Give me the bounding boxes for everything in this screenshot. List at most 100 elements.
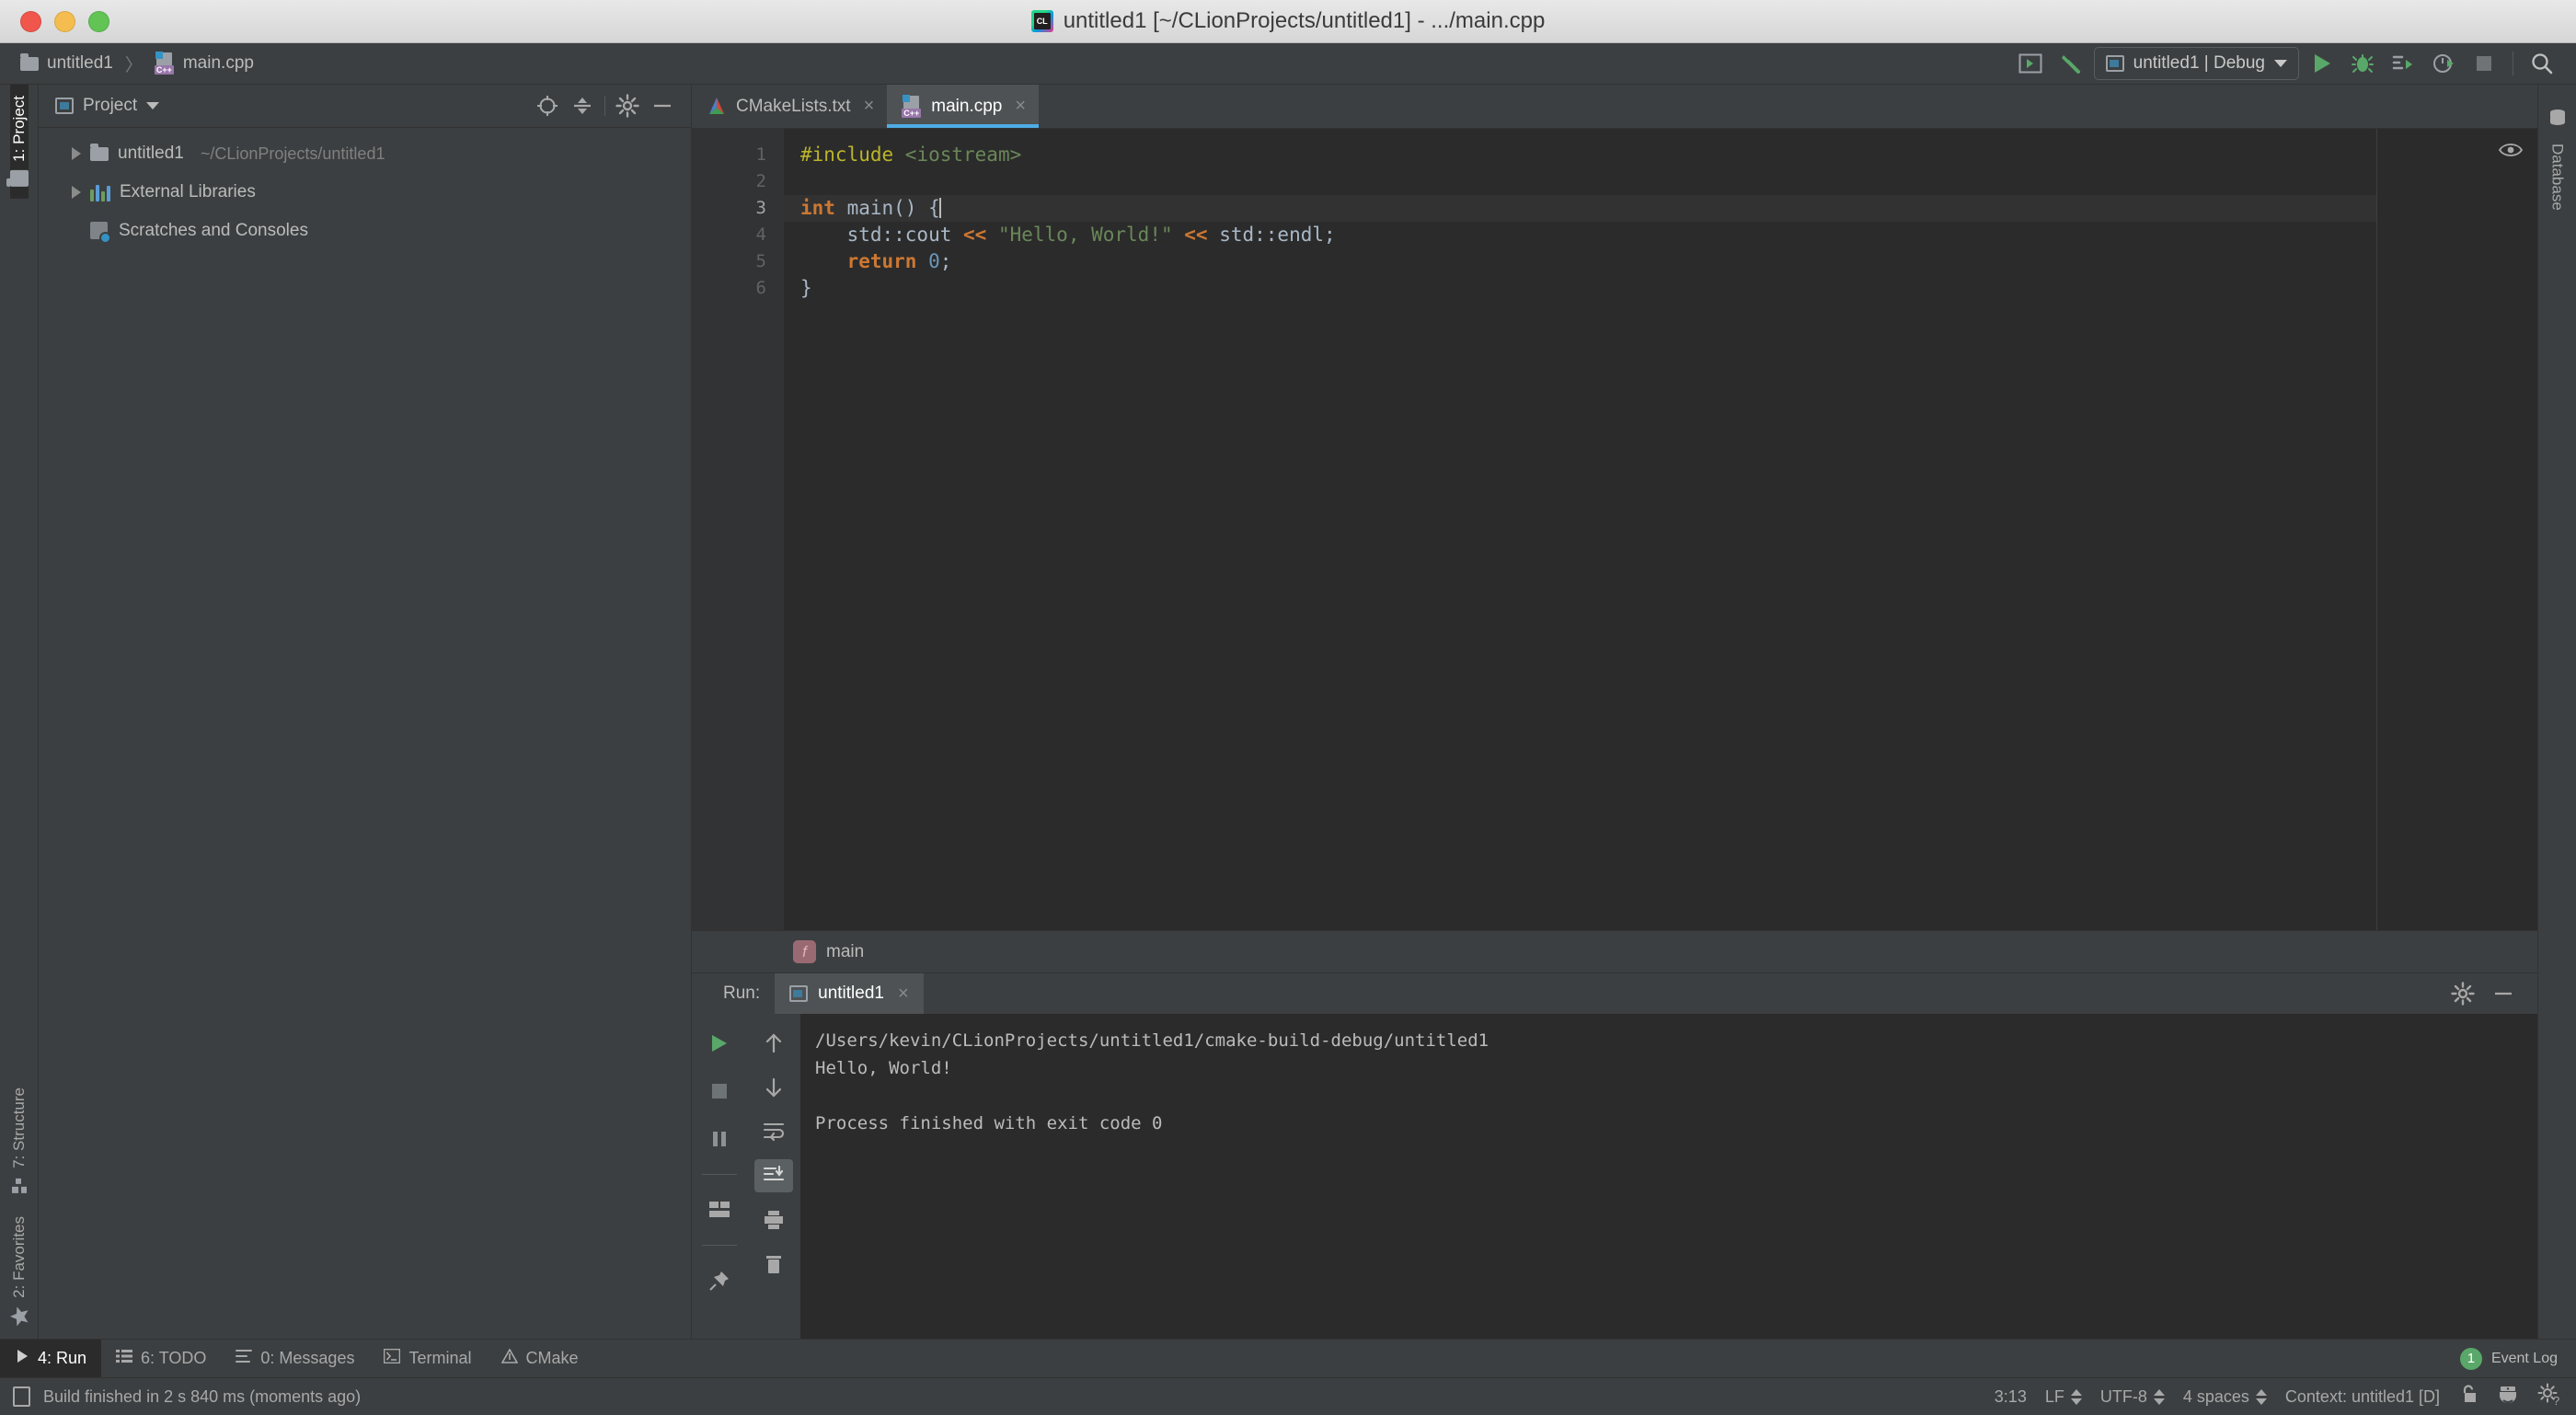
- bottom-tab-label-terminal: Terminal: [408, 1349, 472, 1367]
- inspector-icon[interactable]: [2497, 1384, 2519, 1410]
- tree-node-scratches[interactable]: Scratches and Consoles: [39, 212, 691, 250]
- line-separator-selector[interactable]: LF: [2045, 1387, 2082, 1407]
- line-number: 1: [755, 144, 766, 165]
- search-everywhere-icon[interactable]: [2524, 48, 2559, 79]
- play-icon: [15, 1349, 29, 1368]
- breadcrumb-item-file[interactable]: C++ main.cpp: [151, 51, 258, 76]
- bottom-tool-window-bar: 4: Run 6: TODO 0: Messages Terminal CMak…: [0, 1339, 2576, 1377]
- event-log-button[interactable]: 1 Event Log: [2442, 1340, 2576, 1377]
- line-number: 4: [755, 224, 766, 245]
- bottom-tab-cmake[interactable]: CMake: [487, 1340, 593, 1377]
- code-token: "Hello, World!": [997, 224, 1173, 246]
- tree-node-external-libraries[interactable]: External Libraries: [39, 173, 691, 212]
- tab-main-cpp[interactable]: C++ main.cpp ×: [887, 85, 1040, 128]
- function-breadcrumb[interactable]: f main: [692, 930, 2537, 972]
- print-icon[interactable]: [754, 1203, 793, 1237]
- tree-label-external-libraries: External Libraries: [120, 182, 256, 201]
- close-icon[interactable]: ×: [1015, 96, 1026, 117]
- expand-arrow-icon[interactable]: [72, 147, 81, 160]
- tab-cmakelists[interactable]: CMakeLists.txt ×: [692, 85, 887, 128]
- code-editor[interactable]: 1 2 3 4 5 6 #include <iostream> int main() { …: [692, 129, 2537, 930]
- sidebar-label-favorites: 2: Favorites: [9, 1216, 28, 1298]
- down-arrow-icon[interactable]: [754, 1071, 793, 1104]
- book-icon[interactable]: [13, 1386, 30, 1407]
- minimize-window-button[interactable]: [54, 10, 75, 32]
- tree-node-project[interactable]: untitled1 ~/CLionProjects/untitled1: [39, 134, 691, 173]
- close-window-button[interactable]: [20, 10, 41, 32]
- run-configuration-selector[interactable]: untitled1 | Debug: [2093, 47, 2299, 80]
- pin-icon[interactable]: [700, 1264, 739, 1297]
- event-log-label: Event Log: [2490, 1350, 2558, 1366]
- stop-icon[interactable]: [700, 1075, 739, 1108]
- chevron-down-icon[interactable]: [146, 102, 160, 109]
- layout-icon[interactable]: [700, 1193, 739, 1226]
- run-tool-window: Run: untitled1 × /Users/kevin/CLionProje…: [692, 972, 2537, 1339]
- cpp-file-icon: C++: [902, 94, 922, 118]
- sidebar-item-project[interactable]: 1: Project: [9, 85, 29, 199]
- locate-icon[interactable]: [532, 92, 563, 120]
- run-panel-tab[interactable]: untitled1 ×: [775, 973, 924, 1014]
- profile-button[interactable]: [2426, 48, 2461, 79]
- context-indicator[interactable]: Context: untitled1 [D]: [2285, 1387, 2440, 1407]
- code-line: #include <iostream>: [800, 142, 2376, 168]
- maximize-window-button[interactable]: [88, 10, 109, 32]
- function-icon: f: [793, 940, 816, 963]
- project-panel-title: Project: [83, 96, 138, 115]
- code-token: int: [800, 197, 835, 219]
- encoding-selector[interactable]: UTF-8: [2100, 1387, 2165, 1407]
- bottom-tab-run[interactable]: 4: Run: [0, 1340, 102, 1377]
- caret-position[interactable]: 3:13: [1995, 1387, 2027, 1407]
- debug-button[interactable]: [2345, 48, 2380, 79]
- line-number: 2: [755, 171, 766, 191]
- line-number-gutter: 1 2 3 4 5 6: [692, 129, 782, 930]
- breadcrumb-item-project[interactable]: untitled1: [17, 52, 117, 75]
- database-icon: [2547, 109, 2568, 129]
- expand-arrow-icon[interactable]: [72, 186, 81, 199]
- settings-gear-icon[interactable]: [2447, 980, 2478, 1007]
- close-icon[interactable]: ×: [864, 96, 875, 117]
- sidebar-item-database[interactable]: Database: [2547, 98, 2568, 222]
- messages-icon: [236, 1349, 253, 1368]
- line-number: 5: [755, 251, 766, 271]
- code-token: std::endl;: [1207, 224, 1336, 246]
- scroll-to-end-icon[interactable]: [754, 1159, 793, 1192]
- run-config-icon: [2105, 55, 2124, 72]
- up-arrow-icon[interactable]: [754, 1027, 793, 1060]
- hide-icon[interactable]: [647, 92, 678, 120]
- settings-help-icon[interactable]: ?: [2537, 1383, 2561, 1411]
- trash-icon[interactable]: [754, 1248, 793, 1281]
- hide-icon[interactable]: [2488, 980, 2519, 1007]
- pause-icon[interactable]: [700, 1122, 739, 1156]
- breadcrumb-label-file: main.cpp: [182, 53, 254, 73]
- run-button[interactable]: [2305, 48, 2340, 79]
- editor-tabs: CMakeLists.txt × C++ main.cpp ×: [692, 85, 2537, 129]
- window-controls: [20, 10, 109, 32]
- bottom-tab-label-messages: 0: Messages: [260, 1349, 355, 1367]
- stop-button[interactable]: [2467, 48, 2501, 79]
- bottom-tab-terminal[interactable]: Terminal: [369, 1340, 486, 1377]
- settings-gear-icon[interactable]: [612, 92, 643, 120]
- build-hammer-icon[interactable]: [2053, 48, 2088, 79]
- code-text[interactable]: #include <iostream> int main() { std::co…: [784, 129, 2376, 930]
- bottom-tab-messages[interactable]: 0: Messages: [221, 1340, 369, 1377]
- show-hide-tool-windows-icon[interactable]: [2013, 48, 2048, 79]
- tab-label-cmakelists: CMakeLists.txt: [736, 96, 851, 116]
- code-token: }: [800, 277, 812, 299]
- rerun-icon[interactable]: [700, 1027, 739, 1060]
- sidebar-item-structure[interactable]: 7: Structure: [10, 1076, 29, 1205]
- indent-selector[interactable]: 4 spaces: [2183, 1387, 2267, 1407]
- soft-wrap-icon[interactable]: [754, 1115, 793, 1148]
- unlock-icon[interactable]: [2458, 1384, 2478, 1410]
- scratches-icon: [90, 221, 111, 244]
- close-icon[interactable]: ×: [898, 984, 909, 1005]
- bottom-tab-todo[interactable]: 6: TODO: [101, 1340, 221, 1377]
- sidebar-item-favorites[interactable]: 2: Favorites: [8, 1205, 30, 1339]
- run-with-coverage-button[interactable]: [2386, 48, 2421, 79]
- console-output[interactable]: /Users/kevin/CLionProjects/untitled1/cma…: [800, 1014, 2537, 1339]
- collapse-all-icon[interactable]: [567, 92, 598, 120]
- folder-icon: [90, 143, 109, 161]
- run-panel-label: Run:: [723, 984, 761, 1003]
- eye-icon[interactable]: [2498, 142, 2524, 163]
- run-panel-header: Run: untitled1 ×: [692, 973, 2537, 1014]
